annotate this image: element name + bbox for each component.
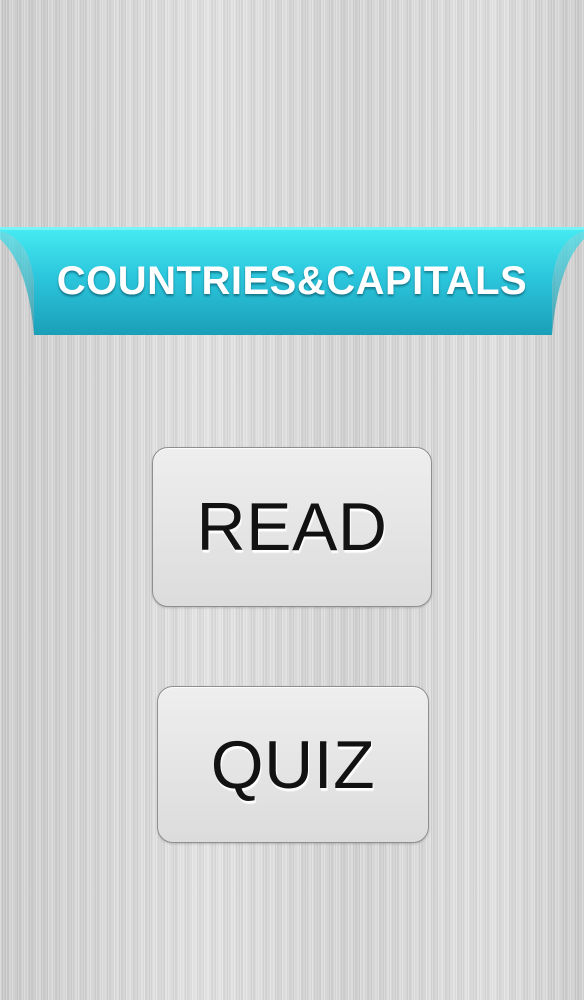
read-button-label: READ xyxy=(196,489,388,565)
read-button[interactable]: READ xyxy=(152,447,432,607)
app-title: COUNTRIES&CAPITALS xyxy=(56,259,528,303)
app-screen: { "app": { "title": "COUNTRIES&CAPITALS"… xyxy=(0,0,584,1000)
quiz-button-label: QUIZ xyxy=(210,726,376,803)
title-banner: COUNTRIES&CAPITALS xyxy=(0,225,584,337)
quiz-button[interactable]: QUIZ xyxy=(157,686,429,843)
